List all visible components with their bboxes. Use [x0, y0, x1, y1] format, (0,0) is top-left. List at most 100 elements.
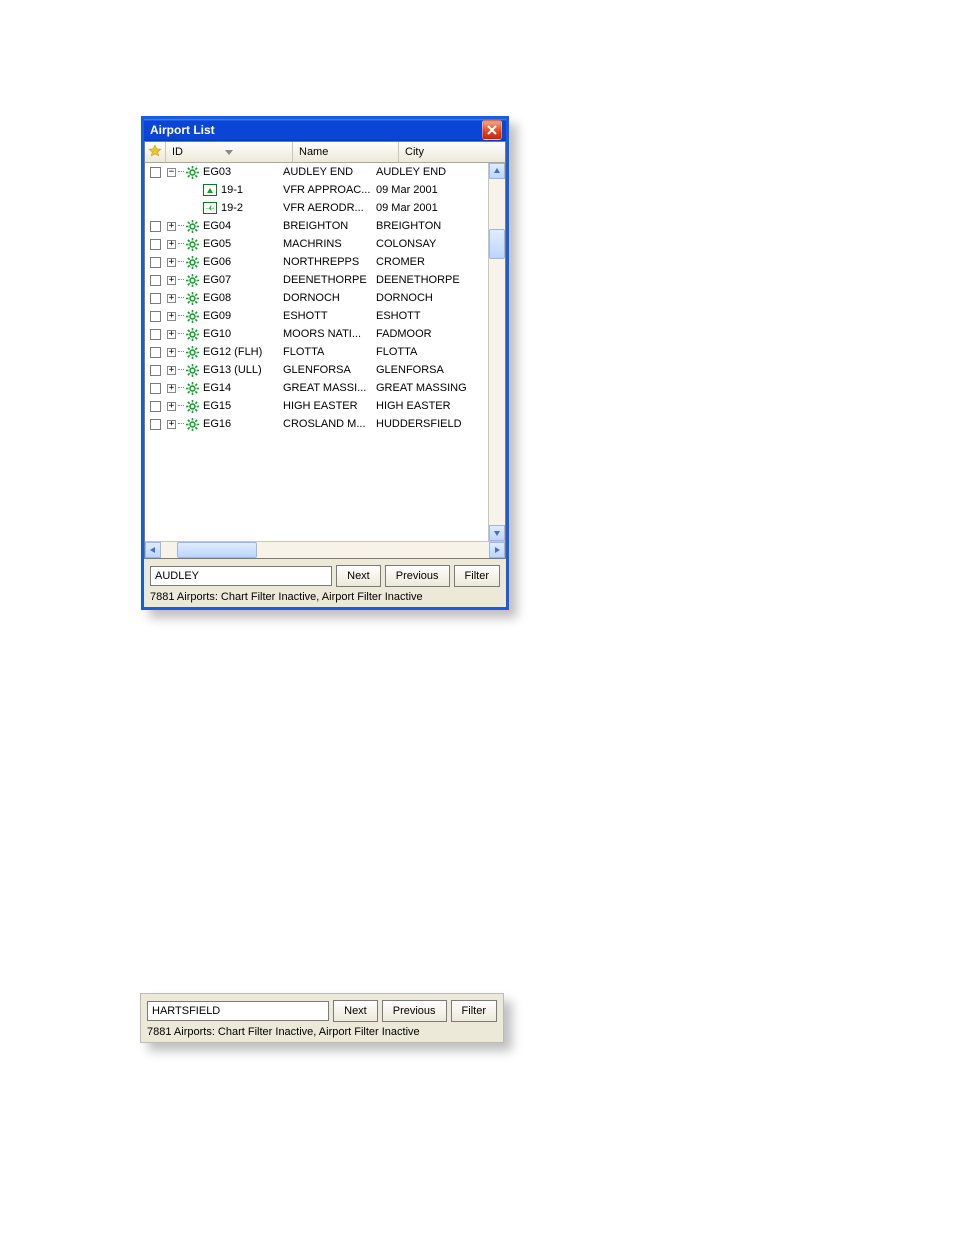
table-row[interactable]: −EG03AUDLEY ENDAUDLEY END [145, 163, 488, 181]
airport-gear-icon [186, 238, 199, 251]
table-row[interactable]: +EG13 (ULL)GLENFORSAGLENFORSA [145, 361, 488, 379]
hscroll-thumb[interactable] [177, 542, 257, 558]
scroll-right-button[interactable] [489, 542, 505, 558]
row-checkbox[interactable] [150, 221, 161, 232]
row-checkbox[interactable] [150, 167, 161, 178]
row-name: FLOTTA [279, 346, 372, 358]
table-row[interactable]: 19-2VFR AERODR...09 Mar 2001 [145, 199, 488, 217]
expand-icon[interactable]: + [167, 348, 176, 357]
scroll-thumb[interactable] [489, 229, 505, 259]
table-row[interactable]: + EG05 MACHRINSCOLONSAY [145, 235, 488, 253]
table-row[interactable]: 19-1VFR APPROAC...09 Mar 2001 [145, 181, 488, 199]
row-name: MACHRINS [279, 238, 372, 250]
column-header-favorite[interactable] [145, 142, 166, 162]
row-checkbox[interactable] [150, 293, 161, 304]
row-name: HIGH EASTER [279, 400, 372, 412]
collapse-icon[interactable]: − [167, 168, 176, 177]
table-row[interactable]: +EG06NORTHREPPSCROMER [145, 253, 488, 271]
row-checkbox[interactable] [150, 311, 161, 322]
expand-icon[interactable]: + [167, 276, 176, 285]
scroll-down-button[interactable] [489, 525, 505, 541]
row-name: VFR APPROAC... [279, 184, 372, 196]
row-id: EG10 [203, 328, 231, 340]
scroll-left-button[interactable] [145, 542, 161, 558]
row-checkbox[interactable] [150, 239, 161, 250]
row-id: EG13 (ULL) [203, 364, 262, 376]
row-checkbox[interactable] [150, 419, 161, 430]
row-name: VFR AERODR... [279, 202, 372, 214]
row-checkbox[interactable] [150, 365, 161, 376]
airport-gear-icon [186, 274, 199, 287]
row-checkbox[interactable] [150, 401, 161, 412]
table-row[interactable]: +EG12 (FLH)FLOTTAFLOTTA [145, 343, 488, 361]
table-row[interactable]: +EG10MOORS NATI...FADMOOR [145, 325, 488, 343]
expand-icon[interactable]: + [167, 312, 176, 321]
filter-button[interactable]: Filter [454, 565, 500, 587]
vertical-scrollbar[interactable] [488, 163, 505, 541]
table-row[interactable]: +EG08DORNOCHDORNOCH [145, 289, 488, 307]
star-icon [148, 144, 162, 161]
row-city: HIGH EASTER [372, 400, 488, 412]
row-city: 09 Mar 2001 [372, 184, 488, 196]
expand-icon[interactable]: + [167, 420, 176, 429]
row-checkbox[interactable] [150, 383, 161, 394]
row-id: EG05 [203, 238, 231, 250]
expand-icon[interactable]: + [167, 384, 176, 393]
tree-list[interactable]: −EG03AUDLEY ENDAUDLEY END19-1VFR APPROAC… [145, 163, 488, 541]
close-icon [487, 125, 497, 135]
table-row[interactable]: +EG09ESHOTTESHOTT [145, 307, 488, 325]
column-header-row: ID Name City [145, 142, 505, 163]
row-id: EG07 [203, 274, 231, 286]
previous-button[interactable]: Previous [385, 565, 450, 587]
table-row[interactable]: +EG07DEENETHORPEDEENETHORPE [145, 271, 488, 289]
search-input-2[interactable] [147, 1001, 329, 1021]
previous-button-2[interactable]: Previous [382, 1000, 447, 1022]
column-header-city[interactable]: City [399, 142, 505, 162]
expand-icon[interactable]: + [167, 330, 176, 339]
horizontal-scrollbar[interactable] [145, 541, 505, 558]
row-city: BREIGHTON [372, 220, 488, 232]
column-header-name[interactable]: Name [293, 142, 399, 162]
row-id: EG09 [203, 310, 231, 322]
row-checkbox[interactable] [150, 347, 161, 358]
hscroll-track[interactable] [161, 542, 489, 558]
table-row[interactable]: +EG04BREIGHTONBREIGHTON [145, 217, 488, 235]
airport-list-window: Airport List ID Name City −EG0 [141, 116, 509, 610]
next-button[interactable]: Next [336, 565, 381, 587]
row-city: HUDDERSFIELD [372, 418, 488, 430]
expand-icon[interactable]: + [167, 402, 176, 411]
filter-button-2[interactable]: Filter [451, 1000, 497, 1022]
expand-icon[interactable]: + [167, 240, 176, 249]
expand-icon[interactable]: + [167, 366, 176, 375]
row-id: EG04 [203, 220, 231, 232]
row-name: AUDLEY END [279, 166, 372, 178]
row-city: GREAT MASSING [372, 382, 488, 394]
row-city: AUDLEY END [372, 166, 488, 178]
table-row[interactable]: +EG14GREAT MASSI...GREAT MASSING [145, 379, 488, 397]
titlebar[interactable]: Airport List [144, 119, 506, 141]
column-header-id[interactable]: ID [166, 142, 293, 162]
scroll-up-button[interactable] [489, 163, 505, 179]
sort-desc-icon [225, 150, 233, 155]
row-checkbox[interactable] [150, 329, 161, 340]
next-button-2[interactable]: Next [333, 1000, 378, 1022]
search-input[interactable] [150, 566, 332, 586]
airport-gear-icon [186, 220, 199, 233]
airport-gear-icon [186, 346, 199, 359]
row-checkbox[interactable] [150, 257, 161, 268]
scroll-track[interactable] [489, 179, 505, 525]
table-row[interactable]: +EG15HIGH EASTERHIGH EASTER [145, 397, 488, 415]
row-city: 09 Mar 2001 [372, 202, 488, 214]
row-name: NORTHREPPS [279, 256, 372, 268]
airport-gear-icon [186, 310, 199, 323]
row-city: COLONSAY [372, 238, 488, 250]
close-button[interactable] [482, 120, 502, 140]
table-row[interactable]: +EG16CROSLAND M...HUDDERSFIELD [145, 415, 488, 433]
row-checkbox[interactable] [150, 275, 161, 286]
row-city: GLENFORSA [372, 364, 488, 376]
expand-icon[interactable]: + [167, 294, 176, 303]
expand-icon[interactable]: + [167, 222, 176, 231]
airport-gear-icon [186, 328, 199, 341]
airport-gear-icon [186, 364, 199, 377]
expand-icon[interactable]: + [167, 258, 176, 267]
